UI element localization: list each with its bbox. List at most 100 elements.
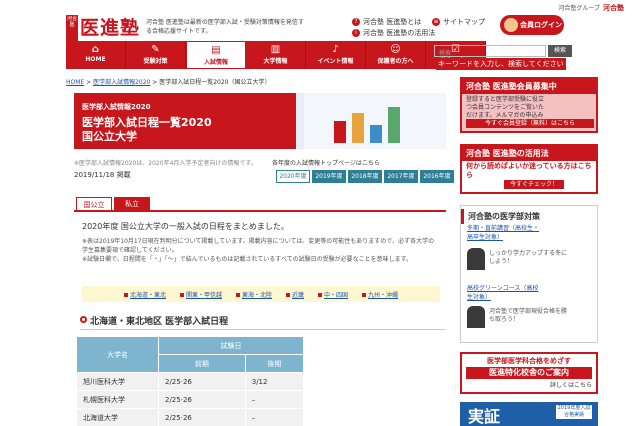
nav-item-label: HOME <box>85 56 106 63</box>
year-tab[interactable]: 2018年度 <box>348 170 382 183</box>
region-links: 北海道・東北 関東・甲信越 東海・北陸 近畿 中・四国 九州・沖縄 <box>82 286 440 302</box>
sitemap-link[interactable]: ≡ サイトマップ <box>432 17 485 27</box>
hero-kicker: 医学部入試情報2020 <box>82 103 151 111</box>
region-link[interactable]: 近畿 <box>286 290 304 299</box>
usage-ad-title: 河合塾 医進塾の活用法 <box>462 146 596 161</box>
question-icon: ? <box>352 18 360 26</box>
search-input[interactable]: 検索 <box>434 45 546 57</box>
region-link-label: 九州・沖縄 <box>368 291 399 299</box>
year-tab[interactable]: 2019年度 <box>312 170 346 183</box>
nav-item[interactable]: ▤ 入試情報 <box>186 41 246 69</box>
nav-item-label: 保護者の方へ <box>377 58 414 65</box>
group-label: 河合塾グループ <box>558 5 600 12</box>
site-logo[interactable]: 医進塾 <box>80 13 140 40</box>
nav-item-label: イベント情報 <box>317 58 354 65</box>
nav-icon: ☺ <box>390 44 401 55</box>
member-signup-button[interactable]: 今すぐ会員登録（無料）はこちら <box>466 119 594 128</box>
year-tab[interactable]: 2020年度 <box>276 170 310 183</box>
usage-link-label: 河合塾 医進塾の活用法 <box>363 29 436 37</box>
winter-course-desc: しっかり学力アップする冬にしよう！ <box>489 250 568 265</box>
square-bullet-icon <box>362 293 367 297</box>
square-bullet-icon <box>286 293 290 297</box>
square-bullet-icon <box>179 293 184 297</box>
breadcrumb-sep: > <box>86 79 92 86</box>
tab-private[interactable]: 私立 <box>114 197 150 211</box>
breadcrumb-current: 医学部入試日程一覧2020（国公立大学） <box>159 79 271 86</box>
cell-name: 旭川医科大学 <box>76 372 159 391</box>
measures-title: 河合塾の医学部対策 <box>461 209 597 224</box>
search-button[interactable]: 検索 <box>548 45 572 57</box>
note-1: ※表は2019年10月17日現在判明分について掲載しています。掲載内容については… <box>82 238 435 254</box>
user-face-icon <box>504 18 518 32</box>
login-button[interactable]: 会員ログイン <box>500 15 564 35</box>
logo-mark[interactable]: 河合塾 <box>66 15 78 41</box>
cell-late: – <box>244 390 305 409</box>
notes: ※表は2019年10月17日現在判明分について掲載しています。掲載内容については… <box>82 237 440 264</box>
breadcrumb-sep: > <box>152 79 158 86</box>
nav-item[interactable]: ♪ イベント情報 <box>306 41 366 69</box>
winter-course-link[interactable]: 冬期・直前講習（高校生・高卒生対象） <box>467 224 543 242</box>
breadcrumb: HOME > 医学部入試情報2020 > 医学部入試日程一覧2020（国公立大学… <box>66 77 271 86</box>
region-link-label: 近畿 <box>292 291 305 299</box>
region-link[interactable]: 東海・北陸 <box>235 290 272 299</box>
nav-icon: ▥ <box>270 44 281 55</box>
cell-early: 2/25·26 <box>158 390 246 409</box>
site-tagline: 河合塾 医進塾は最新の医学部入試・受験対策情報を発信する合格応援サイトです。 <box>146 19 304 35</box>
nav-item-label: 大学情報 <box>263 58 288 65</box>
region-link[interactable]: 北海道・東北 <box>123 290 166 299</box>
student-photo <box>467 248 485 270</box>
login-button-label: 会員ログイン <box>520 21 562 29</box>
about-link-label: 河合塾 医進塾とは <box>363 18 422 26</box>
campus-ad-link[interactable]: 詳しくはこちら <box>462 380 596 389</box>
table-row: 旭川医科大学 2/25·26 3/12 <box>76 372 305 391</box>
nav-item[interactable]: ☺ 保護者の方へ <box>366 41 426 69</box>
main-nav: ⌂HOME✎受験対策▤入試情報▥大学情報♪イベント情報☺保護者の方へ☑塾生の方へ <box>66 41 486 69</box>
nav-item[interactable]: ✎ 受験対策 <box>126 41 186 69</box>
green-course-link[interactable]: 高校グリーンコース（高校生対象） <box>467 284 543 302</box>
member-ad-title: 河合塾 医進塾会員募集中 <box>462 79 596 94</box>
section-title: 北海道・東北地区 医学部入試日程 <box>80 314 446 330</box>
circle-bullet-icon <box>80 316 87 323</box>
results-ad[interactable]: 実証 2019年度入試合格実績 <box>460 402 598 426</box>
region-link-label: 中・四国 <box>324 291 349 299</box>
tab-public[interactable]: 国公立 <box>76 197 112 211</box>
usage-link[interactable]: i 河合塾 医進塾の活用法 <box>352 28 435 38</box>
square-bullet-icon <box>318 293 323 297</box>
usage-ad-body: 何から読めばよいか迷っている方はこちら <box>466 162 592 179</box>
nav-item[interactable]: ⌂ HOME <box>66 41 126 69</box>
cell-early: 2/25·26 <box>158 372 246 391</box>
region-link[interactable]: 中・四国 <box>318 290 348 299</box>
results-ad-badge: 2019年度入試合格実績 <box>556 405 592 419</box>
region-link-label: 東海・北陸 <box>241 291 272 299</box>
region-link-label: 北海道・東北 <box>129 291 166 299</box>
cell-late: 3/12 <box>244 372 305 391</box>
nav-item[interactable]: ▥ 大学情報 <box>246 41 306 69</box>
year-tab[interactable]: 2017年度 <box>384 170 418 183</box>
cell-late: – <box>244 408 305 426</box>
region-link-label: 関東・甲信越 <box>185 291 222 299</box>
campus-ad-top: 医学部医学科合格をめざす <box>487 357 571 365</box>
season-note: ※医学部入試情報2020は、2020年4月入学予定者向けの情報です。 <box>74 160 257 167</box>
nav-item-label: 入試情報 <box>203 59 228 66</box>
col-exam-date: 試験日 <box>158 336 304 355</box>
note-2: ※試験日欄で、日程間を「・」「～」で結んでいるものは記載されているすべての試験日… <box>82 256 413 263</box>
about-link[interactable]: ? 河合塾 医進塾とは <box>352 17 421 27</box>
campus-ad-main: 医進特化校舎のご案内 <box>466 367 592 379</box>
region-link[interactable]: 関東・甲信越 <box>179 290 222 299</box>
breadcrumb-home[interactable]: HOME <box>66 79 84 86</box>
member-ad[interactable]: 河合塾 医進塾会員募集中 登録すると医学部受験に役立つ会員コンテンツをご覧いただ… <box>460 77 598 133</box>
breadcrumb-level1[interactable]: 医学部入試情報2020 <box>93 79 150 86</box>
nav-icon: ⌂ <box>91 44 100 55</box>
cell-name: 北海道大学 <box>76 408 159 426</box>
group-brand-logo[interactable]: 河合塾 <box>603 4 624 12</box>
campus-guide-ad[interactable]: 医学部医学科合格をめざす 医進特化校舎のご案内 詳しくはこちら <box>460 352 598 394</box>
usage-ad[interactable]: 河合塾 医進塾の活用法 何から読めばよいか迷っている方はこちら 今すぐチェック！ <box>460 144 598 194</box>
year-tab[interactable]: 2016年度 <box>420 170 454 183</box>
cell-early: 2/25·26 <box>158 408 246 426</box>
green-course-desc: 河合塾で医学部現役合格を勝ち取ろう！ <box>489 308 568 323</box>
year-top-link[interactable]: 各年度の入試情報トップページはこちら <box>272 158 380 167</box>
region-link[interactable]: 九州・沖縄 <box>362 290 398 299</box>
illustration-bar <box>334 121 346 143</box>
check-now-button[interactable]: 今すぐチェック！ <box>504 180 564 189</box>
illustration-bar <box>352 113 364 143</box>
